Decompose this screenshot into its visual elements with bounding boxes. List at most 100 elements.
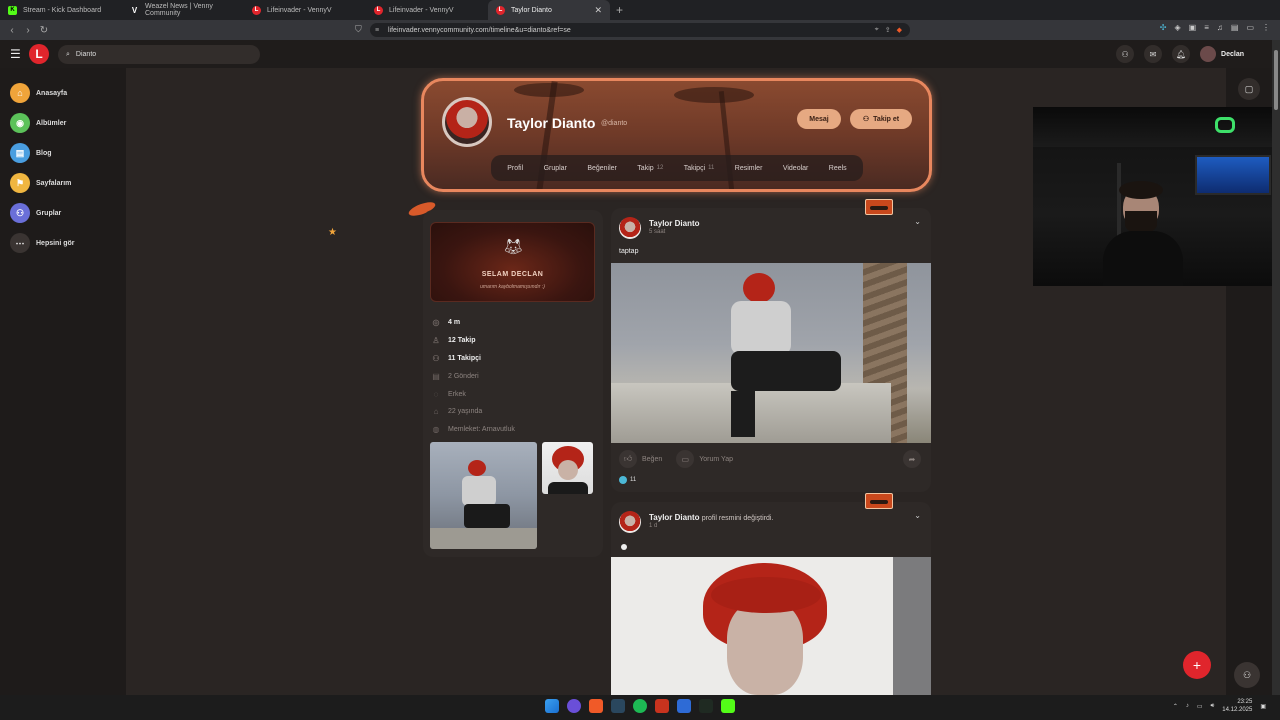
windows-start-icon[interactable] [545, 699, 559, 713]
new-tab-icon[interactable]: + [616, 3, 623, 17]
address-bar: ‹ › ↻ ⛉ ≡ lifeinvader.vennycommunity.com… [0, 20, 1280, 40]
flag-icon: ⚑ [10, 173, 30, 193]
sidebar-item-albumler[interactable]: ◉ Albümler [0, 108, 126, 138]
site-settings-icon[interactable]: ≡ [375, 27, 379, 34]
back-icon[interactable]: ‹ [4, 25, 20, 36]
bookmark-icon[interactable]: ⛉ [355, 24, 362, 35]
location-icon[interactable]: ⌖ [875, 26, 879, 34]
tab-resimler[interactable]: Resimler [735, 165, 763, 172]
tab-gruplar[interactable]: Gruplar [544, 165, 567, 172]
brave-shield-icon[interactable]: ◆ [897, 26, 902, 34]
clock[interactable]: 23:25 14.12.2025 [1222, 698, 1252, 714]
blog-icon: ▤ [10, 143, 30, 163]
notification-icon[interactable]: ▣ [1260, 703, 1266, 710]
app-icon[interactable] [567, 699, 581, 713]
welcome-banner: 🦊︎ SELAM DECLAN umarım kaybolmamışsındır… [430, 222, 595, 302]
find-friends-button[interactable]: ⚇ [1234, 662, 1260, 688]
tab-takipci[interactable]: Takipçi 11 [684, 165, 715, 172]
tab-videolar[interactable]: Videolar [783, 165, 809, 172]
create-post-button[interactable]: + [1183, 651, 1211, 679]
follow-button[interactable]: ⚇ Takip et [850, 109, 912, 129]
browser-tab[interactable]: K Stream - Kick Dashboard [0, 0, 122, 20]
sidebar-item-hepsini-gor[interactable]: ⋯ Hepsini gör [0, 228, 126, 258]
like-label: Beğen [642, 455, 663, 463]
extension-icon[interactable]: ◈ [1174, 23, 1180, 32]
app-icon[interactable] [699, 699, 713, 713]
tab-reels[interactable]: Reels [829, 165, 847, 172]
friends-icon[interactable]: ⚇ [1116, 45, 1135, 63]
sidebar-item-gruplar[interactable]: ⚇ Gruplar [0, 198, 126, 228]
scrollbar-thumb[interactable] [1274, 50, 1278, 110]
wallet-icon[interactable]: ▭ [1246, 23, 1254, 32]
sidebar-item-blog[interactable]: ▤ Blog [0, 138, 126, 168]
sidebar-icon[interactable]: ▣ [1189, 23, 1197, 32]
app-icon[interactable] [677, 699, 691, 713]
photo-thumbnail[interactable] [542, 442, 593, 494]
stat-posts: ▤ 2 Gönderi [431, 367, 515, 385]
tab-label: Reels [828, 164, 847, 172]
stat-text: 4 m [448, 319, 461, 327]
tab-begeniler[interactable]: Beğeniler [587, 165, 617, 172]
message-button[interactable]: Mesaj [797, 109, 841, 129]
scrollbar[interactable] [1272, 40, 1280, 695]
like-button[interactable]: 👍︎ Beğen [619, 450, 662, 468]
more-icon[interactable]: ⋮ [1262, 23, 1270, 32]
menu-icon[interactable]: ≡ [1204, 23, 1209, 32]
share-icon[interactable]: ➦ [903, 450, 921, 468]
kick-icon[interactable] [721, 699, 735, 713]
app-icon[interactable] [655, 699, 669, 713]
brave-icon[interactable] [589, 699, 603, 713]
post-author[interactable]: Taylor Dianto [649, 513, 700, 522]
browser-tab[interactable]: L Lifeinvader - VennyV [244, 0, 366, 20]
reload-icon[interactable]: ↻ [36, 25, 52, 36]
stat-text: 12 Takip [448, 337, 476, 345]
post-image[interactable] [611, 557, 893, 695]
mic-icon[interactable]: ♪ [1186, 703, 1189, 709]
lifeinvader-logo[interactable]: L [29, 44, 49, 64]
chat-icon[interactable]: ▢ [1238, 78, 1260, 100]
sidebar-item-sayfalarim[interactable]: ⚑ Sayfalarım [0, 168, 126, 198]
chevron-up-icon[interactable]: ⌃ [1173, 703, 1178, 710]
comment-button[interactable]: ▭ Yorum Yap [676, 450, 733, 468]
avatar[interactable] [619, 511, 641, 533]
groups-icon: ⚇ [10, 203, 30, 223]
stat-followers[interactable]: ⚇ 11 Takipçi [431, 350, 515, 368]
spotify-icon[interactable] [633, 699, 647, 713]
volume-icon[interactable]: 🔊︎ [1211, 703, 1215, 710]
user-menu[interactable]: Declan [1200, 46, 1244, 62]
cassette-decoration-icon [865, 493, 893, 509]
browser-tab[interactable]: L Lifeinvader - VennyV [366, 0, 488, 20]
tab-profil[interactable]: Profil [507, 165, 523, 172]
profile-avatar[interactable] [442, 97, 492, 147]
messages-icon[interactable]: ✉ [1144, 45, 1163, 63]
sidebar-item-label: Anasayfa [36, 89, 68, 97]
display-icon[interactable]: ▭ [1197, 703, 1203, 710]
stat-text: 22 yaşında [448, 408, 483, 416]
profile-name: Taylor Dianto [507, 115, 596, 131]
music-icon[interactable]: ♫ [1217, 23, 1223, 32]
steam-icon[interactable] [611, 699, 625, 713]
star-decoration-icon: ★ [328, 227, 337, 238]
chevron-down-icon[interactable]: ⌄ [914, 511, 921, 520]
forward-icon[interactable]: › [20, 25, 36, 36]
reaction-summary[interactable]: 11 [619, 476, 636, 484]
browser-tab[interactable]: V Weazel News | Venny Community [122, 0, 244, 20]
chevron-down-icon[interactable]: ⌄ [914, 217, 921, 226]
url-actions: ⌖ ⇪ ◆ [875, 26, 902, 34]
photo-thumbnail[interactable] [430, 442, 537, 549]
sidebar-item-anasayfa[interactable]: ⌂ Anasayfa [0, 78, 126, 108]
post-image[interactable] [611, 263, 931, 443]
tab-takip[interactable]: Takip 12 [637, 165, 663, 172]
notifications-icon[interactable]: 🔔︎ [1172, 45, 1191, 63]
layout-icon[interactable]: ▤ [1231, 23, 1239, 32]
avatar[interactable] [619, 217, 641, 239]
stat-following[interactable]: ♙ 12 Takip [431, 332, 515, 350]
browser-tab-active[interactable]: L Taylor Dianto ✕ [488, 0, 610, 20]
share-icon[interactable]: ⇪ [885, 26, 891, 34]
extension-icon[interactable]: ✣ [1160, 23, 1167, 32]
search-input[interactable]: ⌕ Dianto [58, 45, 260, 64]
close-tab-icon[interactable]: ✕ [594, 5, 602, 16]
url-field[interactable]: ≡ lifeinvader.vennycommunity.com/timelin… [370, 23, 910, 37]
post-author[interactable]: Taylor Dianto [649, 219, 700, 228]
hamburger-menu-icon[interactable]: ☰ [10, 47, 21, 61]
